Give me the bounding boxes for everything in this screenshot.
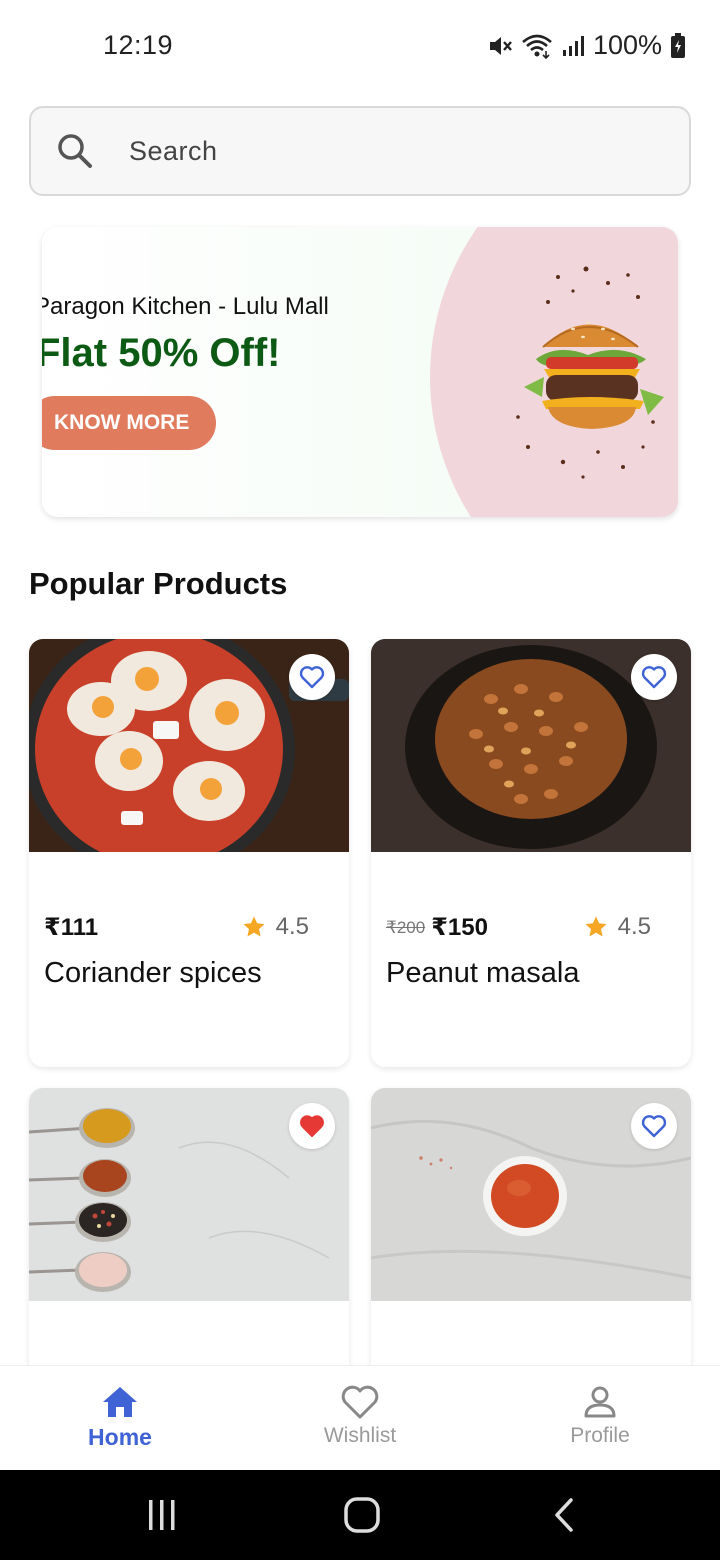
home-system-button[interactable] [342,1495,382,1535]
nav-item-profile[interactable]: Profile [520,1366,680,1471]
home-circle-icon [344,1497,380,1533]
nav-item-wishlist[interactable]: Wishlist [280,1366,440,1471]
nav-label-wishlist: Wishlist [323,1424,397,1447]
product-price: ₹111 [44,914,99,941]
product-card[interactable]: ₹200 ₹150 4.5 Peanut masala [371,639,691,1067]
heart-outline-icon [641,1115,667,1138]
burger-image [516,266,664,479]
status-time: 12:19 [103,30,174,60]
nav-label-profile: Profile [570,1424,630,1447]
recent-apps-button[interactable] [142,1495,182,1535]
battery-icon [671,32,685,58]
wifi-icon [522,34,552,59]
favorite-button[interactable] [631,1103,677,1149]
heart-outline-icon [299,666,325,689]
section-title: Popular Products [29,566,288,601]
star-icon [243,916,265,937]
nav-item-home[interactable]: Home [40,1366,200,1471]
system-navigation-bar [0,1470,720,1560]
heart-outline-icon [641,666,667,689]
product-rating: 4.5 [584,913,651,941]
battery-percent: 100% [592,30,662,60]
bottom-navigation: Home Wishlist Profile [0,1365,720,1470]
status-bar: 12:19 100% [0,0,720,92]
product-name: Coriander spices [44,957,262,989]
search-icon [58,134,92,168]
favorite-button[interactable] [289,654,335,700]
heart-icon [341,1385,379,1419]
banner-title: Flat 50% Off! [42,331,281,375]
signal-icon [562,35,584,56]
search-input[interactable] [129,135,649,167]
nav-label-home: Home [88,1424,152,1450]
back-icon [555,1498,573,1532]
star-icon [585,916,607,937]
search-bar[interactable] [29,106,691,196]
back-button[interactable] [544,1495,584,1535]
promo-banner[interactable]: Paragon Kitchen - Lulu Mall Flat 50% Off… [42,227,678,517]
banner-subtitle: Paragon Kitchen - Lulu Mall [42,293,329,320]
favorite-button[interactable] [631,654,677,700]
product-name: Peanut masala [386,957,580,989]
price-row: ₹200 ₹150 4.5 [386,913,676,942]
favorite-button[interactable] [289,1103,335,1149]
recent-apps-icon [149,1500,175,1530]
product-card[interactable]: ₹111 4.5 Coriander spices [29,639,349,1067]
home-icon [103,1387,137,1417]
rating-value: 4.5 [275,913,309,940]
product-rating: 4.5 [242,913,309,941]
status-icons: 100% [487,30,686,61]
price-row: ₹111 4.5 [44,913,334,942]
product-old-price: ₹200 [386,917,426,937]
home-screen: 12:19 100% Search Paragon Kitchen - Lulu… [0,0,720,1560]
know-more-button[interactable]: KNOW MORE [42,396,216,450]
mute-icon [489,36,512,55]
heart-filled-icon [300,1115,324,1137]
person-icon [584,1386,616,1418]
rating-value: 4.5 [617,913,651,940]
product-price: ₹150 [431,914,488,941]
